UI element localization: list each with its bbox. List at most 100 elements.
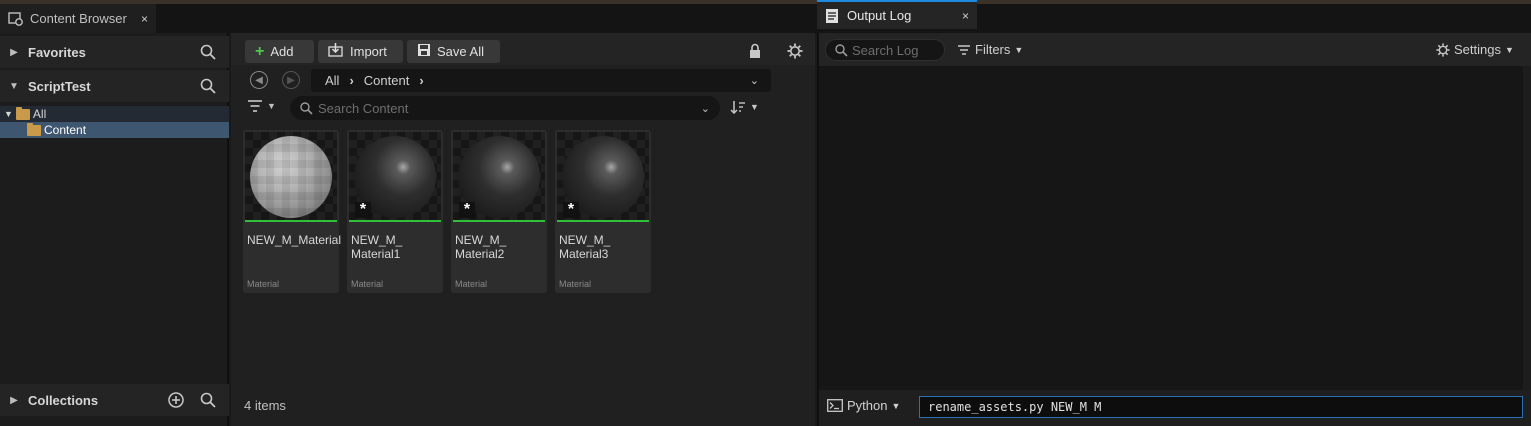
asset-thumbnail — [245, 132, 337, 220]
add-button[interactable]: + Add — [245, 40, 314, 63]
breadcrumb-item-content[interactable]: Content — [364, 73, 410, 88]
back-arrow-icon[interactable]: ◀ — [250, 71, 268, 89]
log-output-area[interactable] — [819, 66, 1531, 390]
unsaved-asterisk-icon: * — [355, 202, 371, 218]
unsaved-asterisk-icon: * — [563, 202, 579, 218]
search-log-placeholder: Search Log — [852, 42, 919, 58]
asset-name: NEW_M_ Material3 — [559, 233, 611, 261]
chevron-right-icon[interactable]: › — [349, 73, 353, 88]
asset-name: NEW_M_Material — [247, 233, 342, 247]
tab-content-browser-label: Content Browser — [30, 11, 127, 26]
close-icon[interactable]: × — [962, 9, 969, 23]
sort-button[interactable]: ▼ — [730, 100, 759, 114]
sort-icon — [730, 101, 745, 114]
asset-name: NEW_M_ Material2 — [455, 233, 507, 261]
asset-name: NEW_M_ Material1 — [351, 233, 403, 261]
asset-view-panel: + Add Import Save All ◀ ▶ All › Content … — [231, 33, 815, 426]
content-browser-tabbar: Content Browser × — [0, 4, 815, 33]
save-all-button-label: Save All — [437, 44, 484, 59]
asset-type: Material — [351, 279, 384, 289]
asset-thumbnail: * — [349, 132, 441, 220]
output-log-panel: Search Log Filters ▼ Settings ▼ Python ▼… — [817, 33, 1531, 426]
asset-type-underline — [245, 220, 337, 222]
search-icon[interactable] — [199, 77, 217, 95]
forward-arrow-icon[interactable]: ▶ — [282, 71, 300, 89]
search-log-input[interactable]: Search Log — [825, 39, 945, 61]
chevron-down-icon[interactable]: ⌄ — [750, 74, 759, 87]
asset-type: Material — [455, 279, 488, 289]
sources-panel: ▶ Favorites ▼ ScriptTest ▼ All Content ▶… — [0, 33, 229, 426]
chevron-down-icon: ▼ — [1014, 44, 1024, 55]
tab-output-log-label: Output Log — [847, 8, 912, 23]
search-icon[interactable] — [199, 43, 217, 61]
search-icon[interactable] — [199, 391, 217, 409]
breadcrumb[interactable]: All › Content › ⌄ — [311, 69, 771, 92]
chevron-right-icon[interactable]: › — [419, 73, 423, 88]
output-log-toolbar: Search Log Filters ▼ Settings ▼ — [819, 33, 1531, 66]
asset-type: Material — [247, 279, 280, 289]
import-icon — [328, 43, 344, 60]
save-icon — [417, 43, 431, 60]
asset-tile[interactable]: * NEW_M_ Material3 Material — [555, 130, 651, 293]
collapse-arrow-icon[interactable]: ▼ — [4, 109, 13, 119]
gear-icon[interactable] — [787, 43, 803, 62]
chevron-down-icon: ▼ — [891, 400, 901, 411]
expand-arrow-icon[interactable]: ▶ — [0, 47, 28, 58]
command-input[interactable]: rename_assets.py NEW_M M — [919, 396, 1523, 418]
search-content-input[interactable]: Search Content ⌄ — [290, 96, 720, 120]
output-log-icon — [825, 8, 841, 24]
close-icon[interactable]: × — [141, 12, 148, 26]
filter-icon — [248, 100, 262, 112]
asset-thumbnail: * — [557, 132, 649, 220]
filter-button[interactable]: ▼ — [247, 99, 276, 113]
import-button-label: Import — [350, 44, 387, 59]
filter-icon — [958, 44, 970, 55]
asset-type-underline — [349, 220, 441, 222]
add-button-label: Add — [270, 44, 294, 59]
plus-icon: + — [255, 42, 265, 60]
material-sphere-icon — [250, 136, 332, 218]
favorites-label: Favorites — [28, 44, 86, 60]
asset-tile[interactable]: * NEW_M_ Material1 Material — [347, 130, 443, 293]
save-all-button[interactable]: Save All — [407, 40, 500, 63]
collapse-arrow-icon[interactable]: ▼ — [0, 81, 28, 92]
tab-output-log[interactable]: Output Log × — [817, 0, 977, 29]
item-count: 4 items — [244, 398, 286, 413]
search-icon — [834, 43, 848, 60]
asset-thumbnail: * — [453, 132, 545, 220]
lock-icon[interactable] — [748, 43, 762, 62]
chevron-down-icon: ▼ — [267, 101, 276, 111]
log-scrollbar[interactable] — [1523, 66, 1531, 390]
tab-content-browser[interactable]: Content Browser × — [0, 4, 156, 33]
chevron-down-icon[interactable]: ⌄ — [701, 102, 710, 115]
filters-button[interactable]: Filters ▼ — [957, 42, 1023, 57]
tree-item-label: Content — [44, 123, 87, 137]
favorites-header[interactable]: ▶ Favorites — [0, 36, 229, 68]
search-icon — [299, 101, 313, 118]
command-value: rename_assets.py NEW_M M — [928, 400, 1102, 414]
folder-icon — [15, 106, 30, 120]
tree-item-content[interactable]: Content — [0, 122, 229, 138]
console-icon — [827, 399, 843, 412]
command-bar: Python ▼ rename_assets.py NEW_M M — [819, 390, 1531, 426]
breadcrumb-item-all[interactable]: All — [325, 73, 339, 88]
import-button[interactable]: Import — [318, 40, 403, 63]
content-toolbar: + Add Import Save All — [231, 33, 815, 65]
folder-open-icon — [27, 122, 41, 136]
expand-arrow-icon[interactable]: ▶ — [0, 395, 28, 406]
interpreter-select[interactable]: Python ▼ — [827, 398, 900, 413]
add-circle-icon[interactable] — [167, 391, 185, 409]
collections-label: Collections — [28, 392, 99, 408]
folder-tree: ▼ All Content — [0, 106, 229, 138]
unsaved-asterisk-icon: * — [459, 202, 475, 218]
asset-type: Material — [559, 279, 592, 289]
asset-tile[interactable]: NEW_M_Material Material — [243, 130, 342, 293]
collections-header[interactable]: ▶ Collections — [0, 384, 229, 416]
content-browser-icon — [8, 11, 24, 27]
asset-tile[interactable]: * NEW_M_ Material2 Material — [451, 130, 547, 293]
scripttest-header[interactable]: ▼ ScriptTest — [0, 70, 229, 102]
settings-button[interactable]: Settings ▼ — [1436, 42, 1514, 57]
interpreter-label: Python — [847, 398, 888, 413]
tree-item-all[interactable]: ▼ All — [0, 106, 229, 122]
tree-item-label: All — [32, 107, 47, 121]
